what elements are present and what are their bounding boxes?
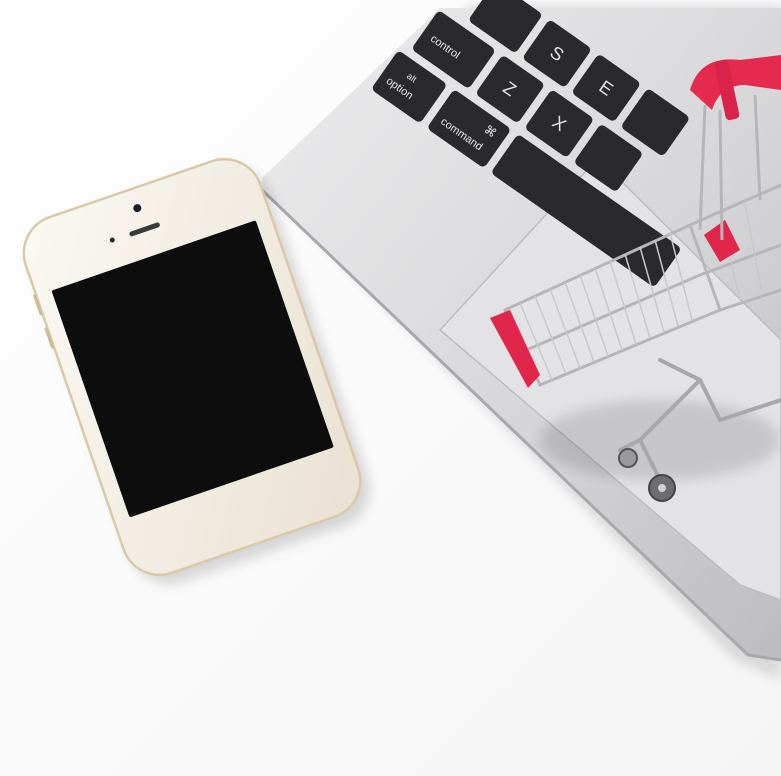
- cart-wheel: [618, 448, 638, 468]
- product-photo: control alt option ⌘ command Z X S E: [0, 0, 781, 776]
- photo-canvas: control alt option ⌘ command Z X S E: [0, 0, 781, 776]
